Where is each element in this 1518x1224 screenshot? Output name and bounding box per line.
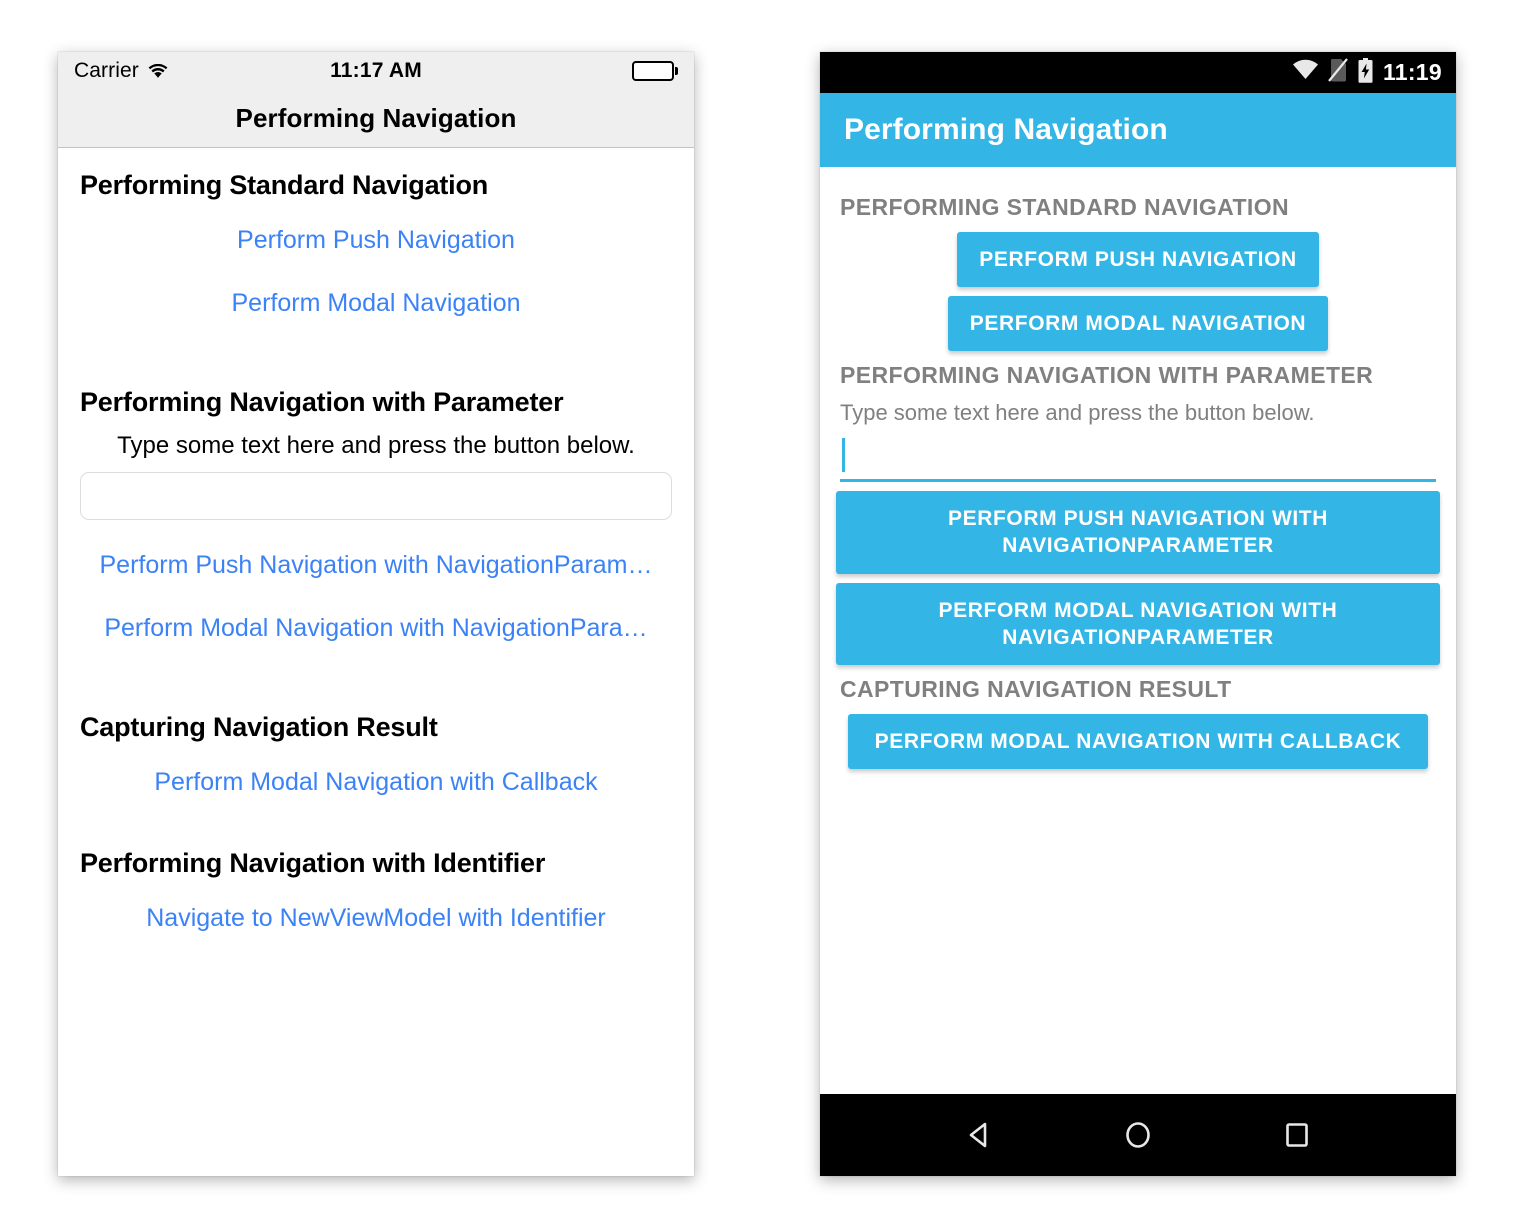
button-row: PERFORM PUSH NAVIGATION <box>836 231 1440 288</box>
ios-perform-push-navigation-link[interactable]: Perform Push Navigation <box>80 209 672 272</box>
android-parameter-hint-text: Type some text here and press the button… <box>840 400 1315 426</box>
ios-modal-navigation-with-parameter-link[interactable]: Perform Modal Navigation with Navigation… <box>80 597 672 660</box>
wifi-icon <box>1292 59 1319 86</box>
ios-carrier-label: Carrier <box>74 59 139 82</box>
section-heading: Performing Standard Navigation <box>80 170 489 200</box>
ios-modal-navigation-with-callback-link[interactable]: Perform Modal Navigation with Callback <box>80 751 672 814</box>
no-sim-icon <box>1328 58 1348 87</box>
ios-section-navigation-with-identifier: Performing Navigation with Identifier Na… <box>80 848 672 950</box>
battery-full-icon <box>631 61 678 81</box>
android-app-bar: Performing Navigation <box>820 93 1456 167</box>
android-push-navigation-with-parameter-button[interactable]: PERFORM PUSH NAVIGATION WITH NAVIGATIONP… <box>836 491 1440 574</box>
section-heading: CAPTURING NAVIGATION RESULT <box>840 676 1232 703</box>
ios-section-standard-navigation: Performing Standard Navigation Perform P… <box>80 170 672 335</box>
android-parameter-input[interactable] <box>840 436 1436 483</box>
android-section-navigation-with-parameter: PERFORMING NAVIGATION WITH PARAMETER Typ… <box>836 361 1440 666</box>
button-row: PERFORM MODAL NAVIGATION WITH NAVIGATION… <box>836 582 1440 666</box>
wifi-icon <box>148 63 168 79</box>
ios-carrier-group: Carrier <box>74 59 168 83</box>
ios-push-navigation-with-parameter-link[interactable]: Perform Push Navigation with NavigationP… <box>80 534 672 597</box>
android-clock: 11:19 <box>1382 59 1442 85</box>
button-row: PERFORM MODAL NAVIGATION <box>836 296 1440 352</box>
section-heading: PERFORMING NAVIGATION WITH PARAMETER <box>840 362 1374 389</box>
ios-nav-bar: Performing Navigation <box>58 90 694 148</box>
ios-section-navigation-with-parameter: Performing Navigation with Parameter Typ… <box>80 387 672 660</box>
android-perform-modal-navigation-button[interactable]: PERFORM MODAL NAVIGATION <box>947 296 1329 352</box>
android-modal-navigation-with-parameter-button[interactable]: PERFORM MODAL NAVIGATION WITH NAVIGATION… <box>836 582 1440 666</box>
page-title: Performing Navigation <box>235 103 517 133</box>
ios-navigate-to-newviewmodel-link[interactable]: Navigate to NewViewModel with Identifier <box>80 887 672 950</box>
section-heading: PERFORMING STANDARD NAVIGATION <box>840 194 1289 220</box>
ios-phone-frame: Carrier 11:17 AM Performing Navigation P… <box>58 52 694 1176</box>
button-row: PERFORM PUSH NAVIGATION WITH NAVIGATIONP… <box>836 491 1440 574</box>
section-heading: Performing Navigation with Identifier <box>80 848 546 878</box>
android-content-area: PERFORMING STANDARD NAVIGATION PERFORM P… <box>820 167 1456 1094</box>
android-section-capturing-navigation-result: CAPTURING NAVIGATION RESULT PERFORM MODA… <box>836 675 1440 770</box>
android-modal-navigation-with-callback-button[interactable]: PERFORM MODAL NAVIGATION WITH CALLBACK <box>848 714 1428 770</box>
ios-parameter-input[interactable] <box>80 472 672 520</box>
page-title: Performing Navigation <box>844 113 1168 146</box>
button-row: PERFORM MODAL NAVIGATION WITH CALLBACK <box>836 714 1440 770</box>
text-cursor-icon <box>842 438 845 473</box>
comparison-screenshot: Carrier 11:17 AM Performing Navigation P… <box>0 0 1518 1224</box>
ios-content-area: Performing Standard Navigation Perform P… <box>58 148 694 1176</box>
ios-parameter-hint-text: Type some text here and press the button… <box>117 432 635 459</box>
section-heading: Performing Navigation with Parameter <box>80 387 564 417</box>
back-triangle-icon[interactable] <box>955 1111 1003 1159</box>
home-circle-icon[interactable] <box>1114 1111 1162 1159</box>
android-navigation-bar <box>820 1094 1456 1176</box>
android-perform-push-navigation-button[interactable]: PERFORM PUSH NAVIGATION <box>957 231 1319 288</box>
android-section-standard-navigation: PERFORMING STANDARD NAVIGATION PERFORM P… <box>836 193 1440 352</box>
ios-perform-modal-navigation-link[interactable]: Perform Modal Navigation <box>80 272 672 335</box>
ios-status-bar: Carrier 11:17 AM <box>58 52 694 90</box>
android-status-bar: 11:19 <box>820 52 1456 93</box>
recents-square-icon[interactable] <box>1273 1111 1321 1159</box>
section-heading: Capturing Navigation Result <box>80 712 438 742</box>
android-parameter-input-wrapper <box>836 428 1440 483</box>
ios-section-capturing-navigation-result: Capturing Navigation Result Perform Moda… <box>80 712 672 814</box>
battery-charging-icon <box>1357 57 1374 88</box>
android-phone-frame: 11:19 Performing Navigation PERFORMING S… <box>820 52 1456 1176</box>
